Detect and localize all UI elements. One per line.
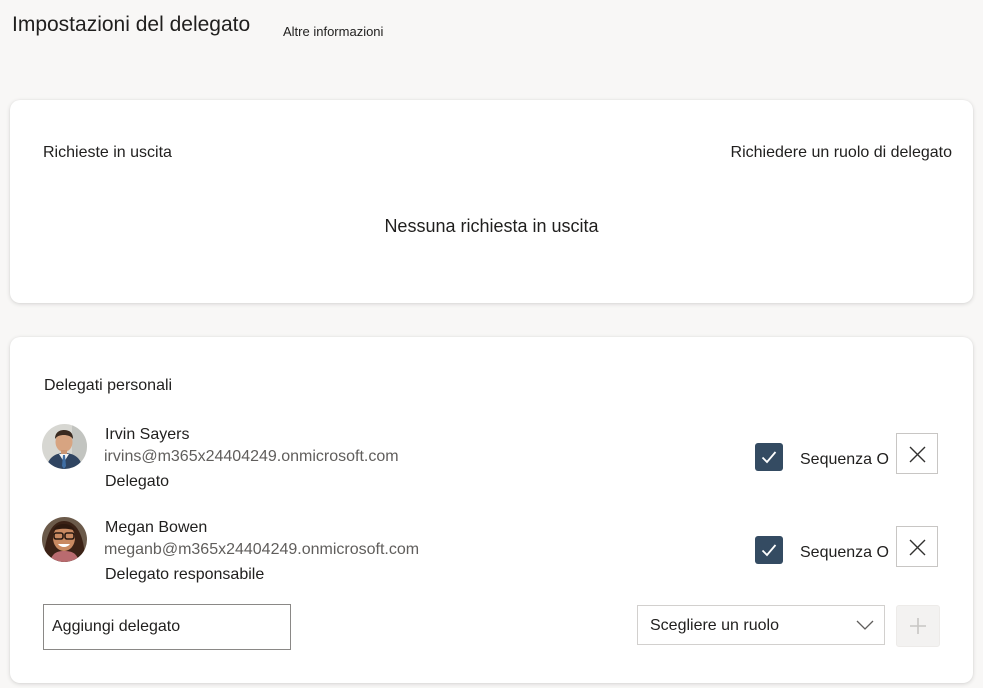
- add-delegate-button[interactable]: [896, 605, 940, 647]
- delegate-email: irvins@m365x24404249.onmicrosoft.com: [104, 448, 399, 465]
- outgoing-requests-card: Richieste in uscita Richiedere un ruolo …: [10, 100, 973, 303]
- close-icon: [909, 446, 926, 463]
- avatar: [42, 424, 87, 469]
- plus-icon: [910, 618, 926, 634]
- remove-delegate-button[interactable]: [896, 433, 938, 474]
- delegate-role: Delegato responsabile: [105, 566, 265, 583]
- checkmark-icon: [761, 451, 777, 464]
- role-select-value: Scegliere un ruolo: [650, 617, 779, 634]
- sequence-checkbox[interactable]: [755, 536, 783, 564]
- chevron-down-icon: [856, 620, 874, 630]
- checkmark-icon: [761, 544, 777, 557]
- outgoing-requests-label: Richieste in uscita: [43, 144, 172, 161]
- sequence-checkbox-label: Sequenza O: [800, 451, 889, 468]
- delegate-name: Megan Bowen: [105, 519, 208, 536]
- sequence-checkbox-label: Sequenza O: [800, 544, 889, 561]
- delegate-role: Delegato: [105, 473, 170, 490]
- delegate-row: Megan Bowen meganb@m365x24404249.onmicro…: [10, 515, 973, 595]
- remove-delegate-button[interactable]: [896, 526, 938, 567]
- avatar: [42, 517, 87, 562]
- delegate-row: Irvin Sayers irvins@m365x24404249.onmicr…: [10, 422, 973, 502]
- role-select[interactable]: Scegliere un ruolo: [637, 605, 885, 645]
- add-delegate-input[interactable]: Aggiungi delegato: [43, 604, 291, 650]
- no-requests-message: Nessuna richiesta in uscita: [384, 216, 599, 236]
- delegate-name: Irvin Sayers: [105, 426, 190, 443]
- personal-delegates-label: Delegati personali: [44, 377, 173, 394]
- delegate-email: meganb@m365x24404249.onmicrosoft.com: [104, 541, 420, 558]
- more-info-link[interactable]: Altre informazioni: [283, 24, 383, 40]
- page-title: Impostazioni del delegato: [12, 13, 251, 36]
- sequence-checkbox[interactable]: [755, 443, 783, 471]
- request-delegate-role-link[interactable]: Richiedere un ruolo di delegato: [731, 144, 952, 162]
- personal-delegates-card: Delegati personali Irvin Sayers irvins@m…: [10, 337, 973, 683]
- close-icon: [909, 539, 926, 556]
